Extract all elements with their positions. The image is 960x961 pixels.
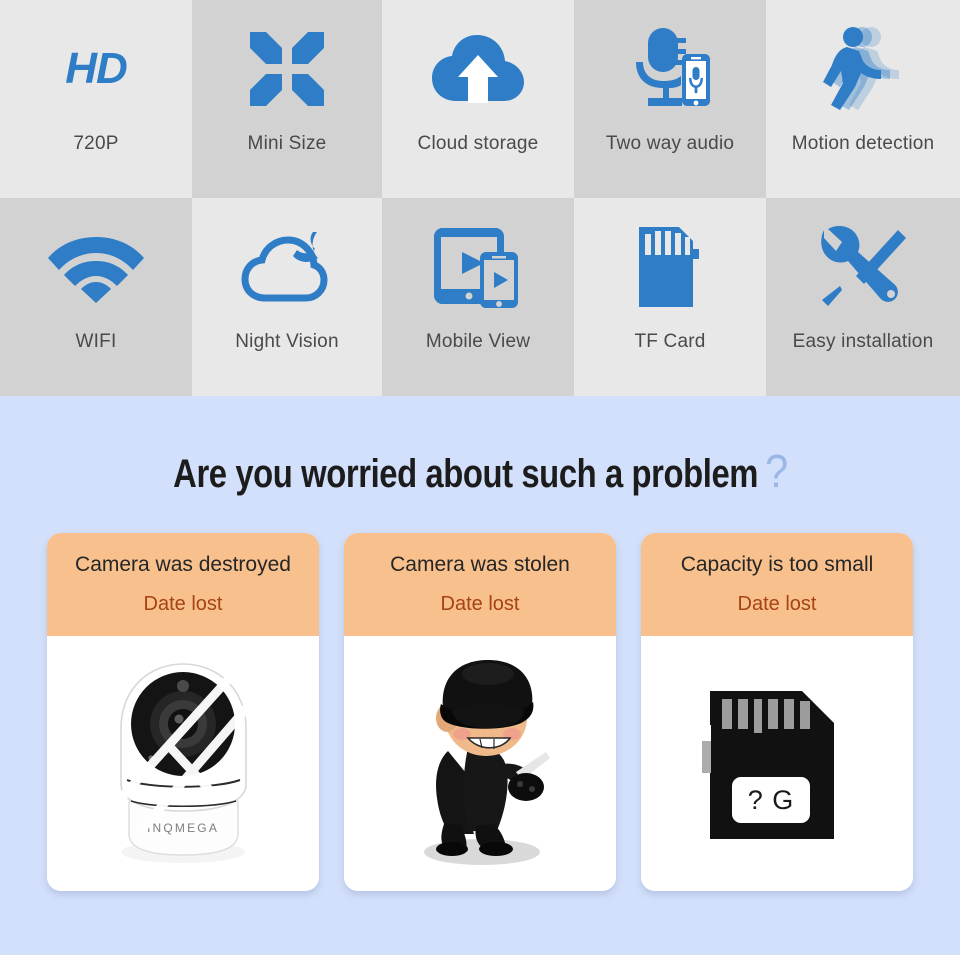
feature-cell-motion-detection: Motion detection: [766, 0, 960, 198]
card-subtitle: Date lost: [440, 593, 520, 616]
feature-grid: HD 720P Mini Size Cloud storage Two way …: [0, 0, 960, 396]
card-title: Capacity is too small: [680, 553, 874, 576]
feature-cell-mobile-view: Mobile View: [382, 198, 574, 396]
bottom-strip: [0, 955, 960, 961]
feature-label: WIFI: [75, 331, 117, 352]
feature-cell-tf-card: TF Card: [574, 198, 766, 396]
feature-label: Motion detection: [791, 133, 935, 154]
two-way-audio-icon: [628, 0, 712, 130]
cloud-upload-icon: [432, 0, 524, 130]
card-illustration-broken-camera: INQMEGA: [47, 636, 319, 892]
motion-detection-walking-icon: [817, 0, 909, 130]
card-title: Camera was stolen: [390, 553, 570, 576]
feature-label: TF Card: [634, 331, 706, 352]
feature-label: Easy installation: [792, 331, 934, 352]
feature-cell-cloud-storage: Cloud storage: [382, 0, 574, 198]
problem-headline-text: Are you worried about such a problem: [173, 452, 759, 496]
card-subtitle: Date lost: [143, 593, 223, 616]
sd-card-capacity-label: ? G: [748, 785, 795, 815]
card-illustration-sd-card: ? G: [641, 636, 913, 892]
hd-badge-text: HD: [65, 44, 128, 93]
feature-cell-night-vision: Night Vision: [192, 198, 382, 396]
card-header: Capacity is too small Date lost: [641, 533, 913, 637]
feature-label: Night Vision: [235, 331, 339, 352]
feature-cell-two-way-audio: Two way audio: [574, 0, 766, 198]
question-mark-icon: ?: [765, 445, 788, 497]
card-illustration-thief: [344, 636, 616, 892]
mini-size-arrows-icon: [246, 0, 328, 130]
problem-card-list: Camera was destroyed Date lost INQMEGA C…: [47, 533, 913, 892]
card-header: Camera was stolen Date lost: [344, 533, 616, 637]
card-subtitle: Date lost: [737, 593, 817, 616]
feature-label: Mobile View: [425, 331, 531, 352]
card-title: Camera was destroyed: [75, 553, 291, 576]
product-feature-page: HD 720P Mini Size Cloud storage Two way …: [0, 0, 960, 961]
problem-headline: Are you worried about such a problem?: [86, 444, 873, 498]
feature-label: Two way audio: [605, 133, 735, 154]
camera-brand-text: INQMEGA: [146, 821, 218, 835]
problem-card: Capacity is too small Date lost ? G: [641, 533, 913, 892]
card-header: Camera was destroyed Date lost: [47, 533, 319, 637]
feature-cell-wifi: WIFI: [0, 198, 192, 396]
hd-badge-icon: HD: [65, 0, 128, 130]
feature-label: Mini Size: [247, 133, 327, 154]
feature-cell-mini-size: Mini Size: [192, 0, 382, 198]
night-vision-moon-cloud-icon: [241, 198, 333, 328]
problem-card: Camera was stolen Date lost: [344, 533, 616, 892]
tf-card-icon: [639, 198, 701, 328]
feature-cell-easy-installation: Easy installation: [766, 198, 960, 396]
wifi-icon: [48, 198, 144, 328]
feature-label: 720P: [73, 133, 119, 154]
problem-card: Camera was destroyed Date lost INQMEGA: [47, 533, 319, 892]
feature-label: Cloud storage: [417, 133, 539, 154]
feature-cell-720p: HD 720P: [0, 0, 192, 198]
mobile-view-icon: [434, 198, 522, 328]
easy-installation-tools-icon: [820, 198, 906, 328]
